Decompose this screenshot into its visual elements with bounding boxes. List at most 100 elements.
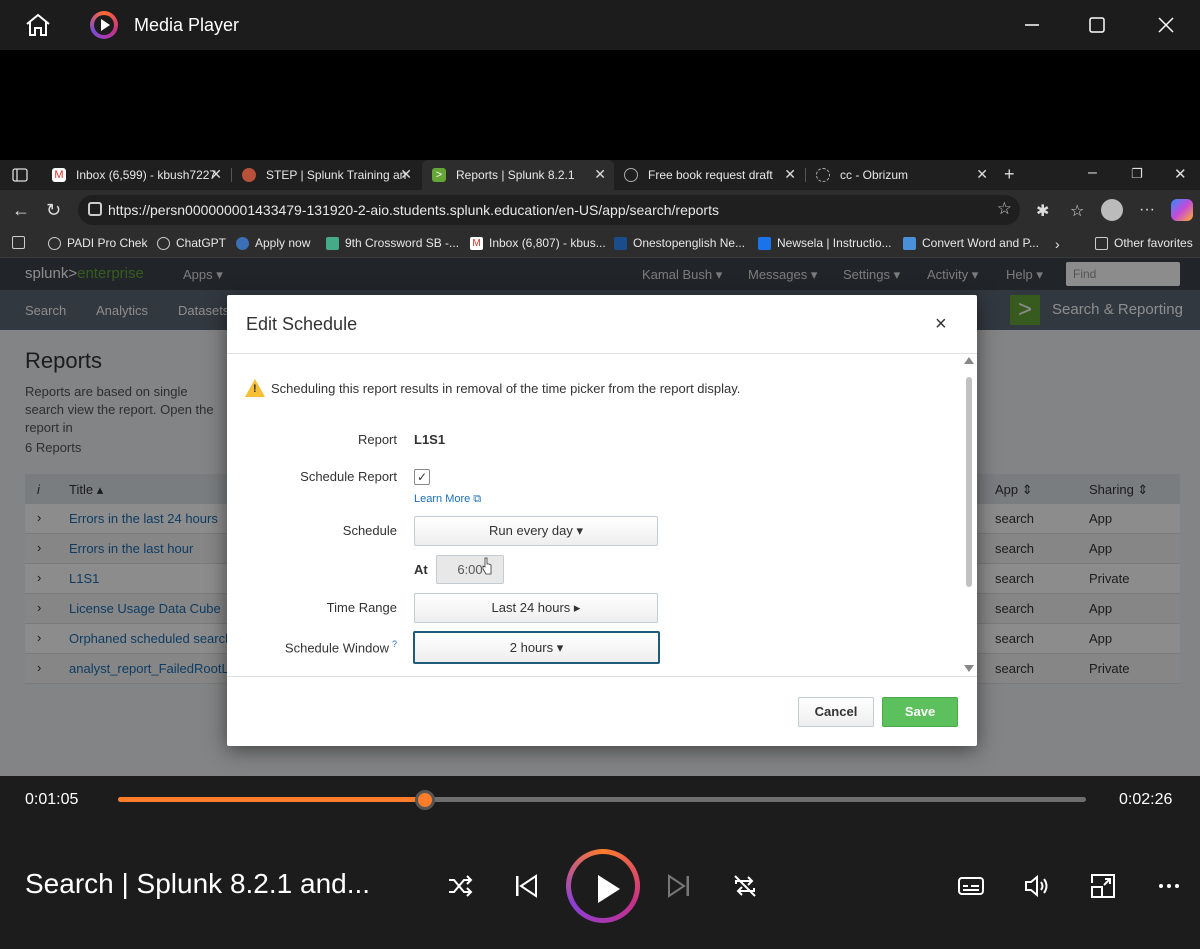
play-icon [598, 875, 620, 903]
time-range-dropdown[interactable]: Last 24 hours ▸ [414, 593, 658, 623]
tab-label: Free book request draft [648, 168, 773, 182]
browser-close-icon[interactable]: ✕ [1174, 165, 1187, 183]
schedule-window-dropdown[interactable]: 2 hours ▾ [413, 631, 660, 664]
captions-button[interactable] [956, 871, 986, 901]
play-button[interactable] [566, 849, 640, 923]
bookmark-apply-now[interactable]: Apply now [236, 236, 310, 250]
report-value: L1S1 [414, 432, 446, 447]
onestop-icon [614, 236, 627, 250]
other-favorites[interactable]: Other favorites [1095, 236, 1193, 250]
openai-icon [157, 236, 170, 250]
step-favicon-icon [242, 168, 256, 182]
tab-close-icon[interactable]: ✕ [976, 166, 988, 183]
tab-label: Reports | Splunk 8.2.1 [456, 168, 575, 182]
save-button[interactable]: Save [882, 697, 958, 727]
bookmark-crossword[interactable]: 9th Crossword SB -... [326, 236, 459, 250]
maximize-icon [1089, 17, 1105, 33]
tab-label: Inbox (6,599) - kbush7227( [76, 168, 216, 182]
schedule-report-checkbox[interactable]: ✓ [414, 469, 430, 485]
scroll-up-arrow-icon[interactable] [964, 357, 974, 364]
shuffle-button[interactable] [445, 871, 475, 901]
seek-progress [118, 797, 425, 802]
address-bar: ← ↻ https://persn000000001433479-131920-… [0, 190, 1200, 230]
close-window-button[interactable] [1152, 12, 1180, 38]
folder-icon [1095, 236, 1108, 250]
more-options-button[interactable] [1154, 871, 1184, 901]
scroll-down-arrow-icon[interactable] [964, 665, 974, 672]
schedule-dropdown[interactable]: Run every day ▾ [414, 516, 658, 546]
url-field[interactable]: https://persn000000001433479-131920-2-ai… [78, 195, 1020, 225]
dialog-footer: Cancel Save [227, 676, 977, 746]
back-arrow-icon[interactable]: ← [12, 200, 30, 221]
previous-button[interactable] [511, 871, 541, 901]
bookmarks-overflow-chevron-icon[interactable]: › [1055, 236, 1060, 252]
tab-close-icon[interactable]: ✕ [594, 166, 606, 183]
current-time: 0:01:05 [25, 791, 79, 808]
tab-step[interactable]: STEP | Splunk Training and ✕ [232, 160, 420, 190]
player-controls: 0:01:05 0:02:26 Search | Splunk 8.2.1 an… [0, 776, 1200, 949]
bookmark-folder-icon[interactable] [12, 236, 31, 249]
cancel-button[interactable]: Cancel [798, 697, 874, 727]
skip-next-icon [668, 874, 689, 898]
convert-icon [903, 236, 916, 250]
tab-actions-icon[interactable] [12, 168, 28, 182]
help-question-icon[interactable]: ? [392, 639, 397, 649]
bookmark-convert-word[interactable]: Convert Word and P... [903, 236, 1039, 250]
skip-previous-icon [516, 874, 537, 898]
media-player-title-bar: Media Player [0, 0, 1200, 50]
favorite-star-icon[interactable]: ☆ [997, 199, 1012, 219]
new-tab-icon[interactable]: + [1004, 164, 1015, 185]
tab-free-book[interactable]: Free book request draft ✕ [614, 160, 804, 190]
learn-more-link[interactable]: Learn More ⧉ [414, 493, 481, 506]
maximize-button[interactable] [1083, 12, 1111, 38]
seek-bar[interactable] [118, 790, 1086, 810]
bookmark-chatgpt[interactable]: ChatGPT [157, 236, 226, 250]
copilot-icon[interactable] [1171, 199, 1193, 221]
favorites-icon[interactable]: ☆ [1070, 201, 1084, 221]
bookmark-inbox[interactable]: M Inbox (6,807) - kbus... [470, 236, 606, 250]
extensions-icon[interactable]: ✱ [1036, 201, 1049, 221]
dialog-close-icon[interactable]: × [935, 313, 947, 336]
bookmark-padi[interactable]: PADI Pro Chek [48, 236, 147, 250]
crossword-icon [326, 236, 339, 250]
globe-icon [48, 236, 61, 250]
tab-close-icon[interactable]: ✕ [400, 166, 412, 183]
seek-handle[interactable] [414, 790, 435, 810]
browser-minimize-icon[interactable]: – [1088, 164, 1097, 182]
tab-bar: M Inbox (6,599) - kbush7227( ✕ STEP | Sp… [0, 160, 1200, 190]
dialog-scrollbar[interactable] [964, 357, 974, 675]
next-button[interactable] [664, 871, 694, 901]
app-title: Media Player [134, 15, 240, 35]
tab-obrizum[interactable]: cc - Obrizum ✕ [806, 160, 996, 190]
repeat-button[interactable] [730, 871, 760, 901]
minimize-icon [1025, 24, 1039, 26]
volume-icon [1025, 874, 1048, 898]
tab-label: cc - Obrizum [840, 168, 909, 182]
tab-inbox[interactable]: M Inbox (6,599) - kbush7227( ✕ [42, 160, 230, 190]
edit-schedule-dialog: Edit Schedule × ! Scheduling this report… [227, 295, 977, 746]
gmail-icon: M [470, 236, 483, 250]
bookmark-newsela[interactable]: Newsela | Instructio... [758, 236, 892, 250]
tab-close-icon[interactable]: ✕ [784, 166, 796, 183]
newsela-icon [758, 236, 771, 250]
tab-reports[interactable]: > Reports | Splunk 8.2.1 ✕ [422, 160, 614, 190]
volume-button[interactable] [1022, 871, 1052, 901]
gmail-icon: M [52, 168, 66, 182]
scheduling-warning: ! Scheduling this report results in remo… [245, 379, 740, 397]
profile-avatar-icon[interactable] [1101, 199, 1123, 221]
mini-player-icon [1091, 874, 1115, 898]
more-menu-icon[interactable]: ··· [1139, 201, 1155, 219]
browser-restore-icon[interactable]: ❐ [1131, 166, 1143, 182]
hand-cursor-icon [482, 557, 492, 575]
reload-icon[interactable]: ↻ [46, 200, 61, 221]
media-player-logo-icon [90, 11, 118, 39]
minimize-button[interactable] [1018, 12, 1046, 38]
total-time: 0:02:26 [1119, 791, 1173, 808]
at-time-dropdown[interactable]: 6:00 [436, 555, 504, 584]
home-icon[interactable] [24, 12, 52, 38]
scrollbar-thumb[interactable] [966, 377, 972, 587]
close-icon [1158, 17, 1174, 33]
bookmark-onestopenglish[interactable]: Onestopenglish Ne... [614, 236, 745, 250]
tab-close-icon[interactable]: ✕ [210, 166, 222, 183]
mini-player-button[interactable] [1088, 871, 1118, 901]
